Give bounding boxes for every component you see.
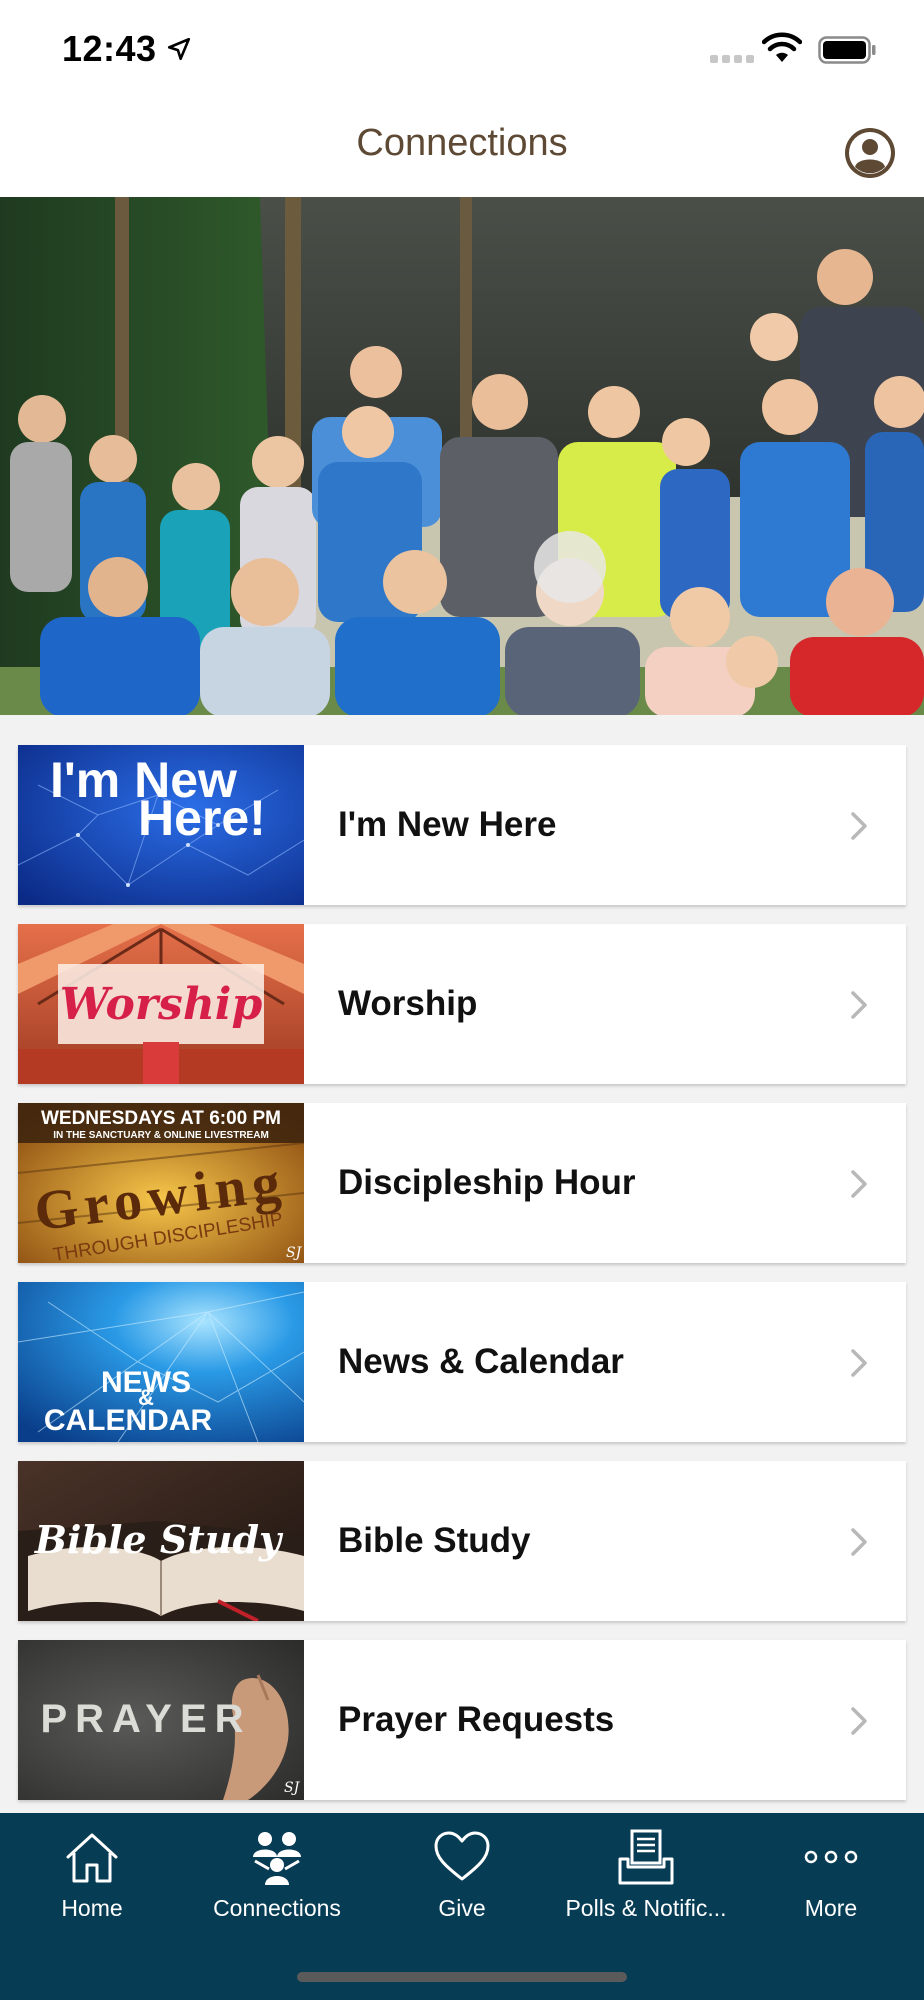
item-label: Worship <box>338 984 478 1023</box>
list-item-bible-study[interactable]: Bible Study Bible Study <box>18 1461 906 1621</box>
thumb-line2: Here! <box>138 790 266 846</box>
list-item-worship[interactable]: Worship Worship <box>18 924 906 1084</box>
tab-label: Give <box>438 1895 486 1921</box>
thumb-text: Bible Study <box>34 1517 284 1562</box>
home-icon <box>66 1833 118 1883</box>
more-icon <box>804 1850 858 1864</box>
status-time: 12:43 <box>62 28 157 69</box>
thumb-mark: SJ <box>286 1245 303 1261</box>
tab-more[interactable]: More <box>739 1813 923 1933</box>
list-item-im-new-here[interactable]: I'm New Here! I'm New Here <box>18 745 906 905</box>
thumb-top: WEDNESDAYS AT 6:00 PM <box>41 1108 281 1129</box>
location-arrow-icon <box>167 37 191 61</box>
tab-label: Connections <box>213 1895 341 1921</box>
tab-label: Polls & Notific... <box>565 1895 727 1921</box>
thumb-line2: CALENDAR <box>44 1404 213 1437</box>
bible-study-thumbnail: Bible Study <box>18 1461 304 1621</box>
profile-icon[interactable] <box>843 126 897 180</box>
chevron-right-icon <box>851 1349 867 1377</box>
battery-icon <box>818 36 876 64</box>
item-label: News & Calendar <box>338 1342 624 1381</box>
hero-photo <box>0 197 924 715</box>
page-title: Connections <box>356 122 568 164</box>
item-label: I'm New Here <box>338 805 557 844</box>
item-label: Discipleship Hour <box>338 1163 636 1202</box>
tab-label: Home <box>61 1895 123 1921</box>
list-item-news-calendar[interactable]: NEWS & CALENDAR News & Calendar <box>18 1282 906 1442</box>
im-new-here-thumbnail: I'm New Here! <box>18 745 304 905</box>
list-item-prayer-requests[interactable]: PRAYER SJ Prayer Requests <box>18 1640 906 1800</box>
thumb-text: Worship <box>60 979 263 1030</box>
home-indicator <box>297 1972 627 1982</box>
chevron-right-icon <box>851 991 867 1019</box>
worship-thumbnail: Worship <box>18 924 304 1084</box>
item-label: Bible Study <box>338 1521 531 1560</box>
people-icon <box>253 1832 301 1885</box>
chevron-right-icon <box>851 1528 867 1556</box>
thumb-mark: SJ <box>284 1780 301 1796</box>
thumb-sub: IN THE SANCTUARY & ONLINE LIVESTREAM <box>53 1130 269 1141</box>
navigation-bar: Connections <box>0 100 924 197</box>
news-calendar-thumbnail: NEWS & CALENDAR <box>18 1282 304 1442</box>
thumb-text: PRAYER <box>40 1697 251 1741</box>
tab-label: More <box>804 1895 858 1921</box>
tab-connections[interactable]: Connections <box>185 1813 369 1933</box>
chevron-right-icon <box>851 1170 867 1198</box>
list-item-discipleship-hour[interactable]: WEDNESDAYS AT 6:00 PM IN THE SANCTUARY &… <box>18 1103 906 1263</box>
tab-home[interactable]: Home <box>0 1813 184 1933</box>
item-label: Prayer Requests <box>338 1700 615 1739</box>
inbox-icon <box>618 1829 674 1885</box>
chevron-right-icon <box>851 1707 867 1735</box>
heart-icon <box>434 1831 490 1881</box>
status-bar: 12:43 <box>0 0 924 100</box>
prayer-thumbnail: PRAYER SJ <box>18 1640 304 1800</box>
chevron-right-icon <box>851 812 867 840</box>
tab-give[interactable]: Give <box>370 1813 554 1933</box>
tab-polls-notifications[interactable]: Polls & Notific... <box>554 1813 738 1933</box>
wifi-icon <box>762 32 802 62</box>
signal-icon <box>710 55 754 63</box>
discipleship-thumbnail: WEDNESDAYS AT 6:00 PM IN THE SANCTUARY &… <box>18 1103 304 1263</box>
